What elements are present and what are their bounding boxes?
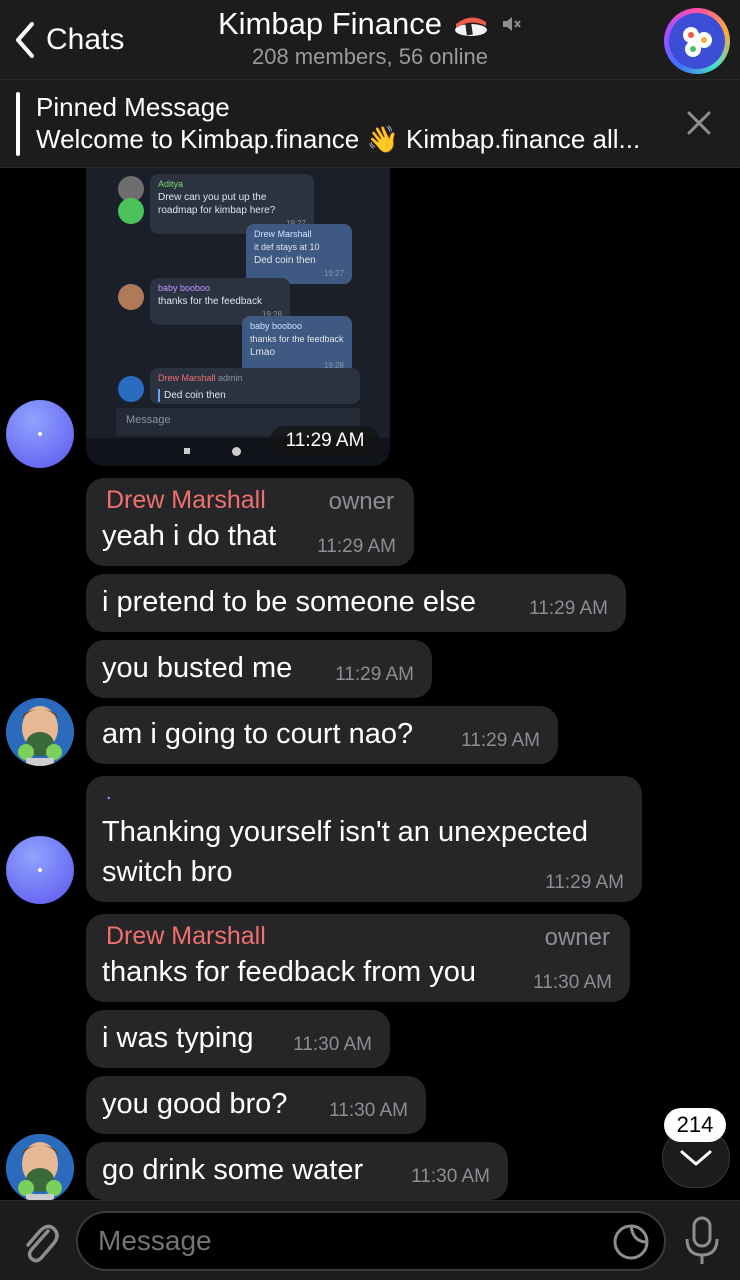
message-text: i was typing	[102, 1022, 254, 1054]
chat-header: Chats Kimbap Finance 208 members, 56 onl…	[0, 0, 740, 80]
gas-mask-avatar-icon	[6, 698, 74, 766]
message-bubble[interactable]: am i going to court nao? 11:29 AM	[86, 706, 558, 764]
message-text: Ded coin then	[158, 389, 352, 402]
members-status: 208 members, 56 online	[251, 44, 489, 69]
message-time: 11:30 AM	[329, 1100, 408, 1121]
sender-role: admin	[218, 373, 243, 383]
sender-name: baby booboo	[158, 283, 211, 293]
unread-count-badge: 214	[664, 1108, 726, 1142]
sushi-icon	[455, 17, 487, 36]
message-bubble[interactable]: i pretend to be someone else 11:29 AM	[86, 574, 626, 632]
sender-name[interactable]: .	[106, 782, 112, 805]
message-text: Drew can you put up the roadmap for kimb…	[158, 192, 276, 216]
pinned-preview: Welcome to Kimbap.finance 👋 Kimbap.finan…	[36, 124, 641, 154]
sender-role: owner	[328, 488, 394, 515]
close-icon[interactable]	[686, 110, 712, 136]
message-text: Ded coin then	[254, 255, 316, 266]
group-avatar[interactable]	[664, 8, 730, 74]
avatar[interactable]	[6, 400, 74, 468]
message-bubble[interactable]: Drew Marshall owner thanks for feedback …	[86, 914, 630, 1002]
avatar[interactable]	[6, 698, 74, 766]
pinned-message-bar[interactable]: Pinned Message Welcome to Kimbap.finance…	[0, 80, 740, 168]
message-time: 11:30 AM	[411, 1166, 490, 1187]
message-bubble[interactable]: go drink some water 11:30 AM	[86, 1142, 508, 1200]
paperclip-icon[interactable]	[18, 1217, 60, 1265]
message-time: 11:29 AM	[529, 598, 608, 619]
sender-name: Drew Marshall	[254, 229, 312, 239]
microphone-icon[interactable]	[682, 1215, 722, 1267]
message-text: i pretend to be someone else	[102, 586, 477, 618]
quoted-text: it def stays at 10	[254, 242, 320, 252]
message-input[interactable]	[76, 1211, 666, 1271]
message-text: you good bro?	[102, 1088, 288, 1120]
message-bubble[interactable]: you busted me 11:29 AM	[86, 640, 432, 698]
chevron-down-icon	[680, 1150, 712, 1166]
sender-name: baby booboo	[250, 321, 303, 331]
message-text-line-1: Thanking yourself isn't an unexpected	[102, 816, 588, 848]
message-text: you busted me	[102, 652, 293, 684]
back-label: Chats	[46, 23, 125, 56]
back-button[interactable]: Chats	[12, 18, 124, 62]
pinned-indicator	[16, 92, 20, 156]
sender-role: owner	[544, 924, 610, 951]
message-text: thanks for feedback from you	[102, 956, 476, 988]
muted-speaker-icon	[503, 17, 521, 31]
message-time: 11:29 AM	[317, 536, 396, 557]
message-time: 11:29 AM	[335, 664, 414, 685]
chat-title-area[interactable]: Kimbap Finance 208 members, 56 online	[170, 6, 570, 70]
chevron-left-icon	[16, 22, 34, 58]
sender-name: Aditya	[158, 179, 184, 189]
message-time: 11:30 AM	[293, 1034, 372, 1055]
message-time: 11:29 AM	[545, 872, 624, 893]
message-bubble[interactable]: i was typing 11:30 AM	[86, 1010, 390, 1068]
message-bubble[interactable]: Drew Marshall owner yeah i do that 11:29…	[86, 478, 414, 566]
avatar[interactable]	[6, 1134, 74, 1200]
sender-name[interactable]: Drew Marshall	[106, 922, 266, 951]
avatar	[118, 284, 144, 310]
gas-mask-avatar-icon	[6, 1134, 74, 1200]
message-bubble[interactable]: . Thanking yourself isn't an unexpected …	[86, 776, 642, 902]
pinned-title: Pinned Message	[36, 92, 230, 122]
list-item: Drew Marshall admin Ded coin then	[150, 368, 360, 404]
list-item: baby booboo thanks for the feedback Lmao…	[242, 316, 352, 376]
message-text: am i going to court nao?	[102, 718, 414, 750]
avatar[interactable]	[6, 836, 74, 904]
screenshot-image-message[interactable]: Aditya Drew can you put up the roadmap f…	[86, 168, 390, 466]
image-time: 11:29 AM	[270, 426, 380, 456]
chat-screen: Chats Kimbap Finance 208 members, 56 onl…	[0, 0, 740, 1280]
kimbap-logo-icon	[683, 27, 712, 57]
message-text: go drink some water	[102, 1154, 364, 1186]
quoted-text: thanks for the feedback	[250, 334, 344, 344]
list-item: Drew Marshall it def stays at 10 Ded coi…	[246, 224, 352, 284]
message-text: yeah i do that	[102, 520, 277, 552]
message-time: 11:30 AM	[533, 972, 612, 993]
message-list[interactable]: Aditya Drew can you put up the roadmap f…	[0, 168, 740, 1200]
chat-title: Kimbap Finance	[217, 6, 442, 41]
sender-name: Drew Marshall	[158, 373, 216, 383]
sticker-icon[interactable]	[612, 1223, 650, 1261]
message-time: 11:29 AM	[461, 730, 540, 751]
message-text: Lmao	[250, 347, 276, 358]
message-text: thanks for the feedback	[158, 296, 262, 307]
sender-name[interactable]: Drew Marshall	[106, 486, 266, 515]
message-input-bar	[0, 1200, 740, 1280]
message-bubble[interactable]: you good bro? 11:30 AM	[86, 1076, 426, 1134]
message-text-line-2: switch bro	[102, 856, 233, 888]
avatar	[118, 198, 144, 224]
avatar	[118, 376, 144, 402]
